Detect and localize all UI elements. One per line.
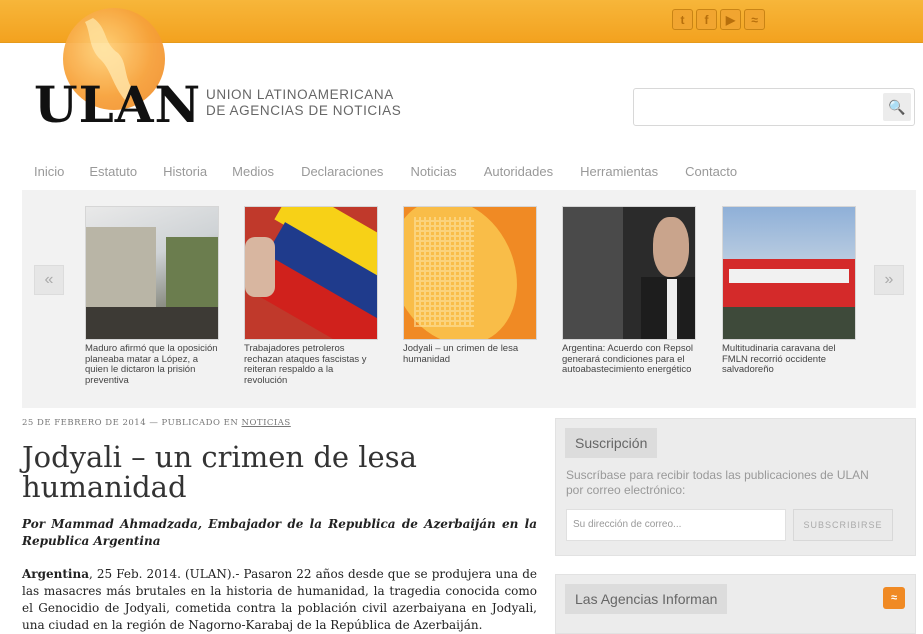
nav-item-medios[interactable]: Medios — [232, 164, 274, 179]
article-meta: 25 DE FEBRERO DE 2014 — PUBLICADO EN NOT… — [22, 418, 291, 428]
slide-image[interactable] — [722, 206, 856, 340]
carousel-slide[interactable]: Jodyali – un crimen de lesa humanidad — [403, 206, 537, 365]
rss-icon[interactable]: ≈ — [883, 587, 905, 609]
slide-caption[interactable]: Argentina: Acuerdo con Repsol generará c… — [562, 343, 696, 376]
nav-item-herramientas[interactable]: Herramientas — [580, 164, 658, 179]
agencies-title: Las Agencias Informan — [565, 584, 728, 614]
slide-caption[interactable]: Trabajadores petroleros rechazan ataques… — [244, 343, 378, 386]
slide-image[interactable] — [85, 206, 219, 340]
slide-image[interactable] — [403, 206, 537, 340]
subscription-text: Suscríbase para recibir todas las public… — [566, 468, 869, 497]
subscription-widget: Suscripción Suscríbase para recibir toda… — [555, 418, 916, 556]
search-icon[interactable]: 🔍 — [883, 93, 911, 121]
facebook-icon[interactable]: f — [696, 9, 717, 30]
nav-item-autoridades[interactable]: Autoridades — [484, 164, 553, 179]
carousel-slide[interactable]: Argentina: Acuerdo con Repsol generará c… — [562, 206, 696, 376]
email-field[interactable]: Su dirección de correo... — [566, 509, 786, 541]
article-date: 25 DE FEBRERO DE 2014 — [22, 418, 147, 428]
slide-caption[interactable]: Jodyali – un crimen de lesa humanidad — [403, 343, 537, 365]
social-links: t f ▶ ≈ — [672, 9, 765, 30]
nav-item-historia[interactable]: Historia — [163, 164, 207, 179]
nav-item-inicio[interactable]: Inicio — [34, 164, 64, 179]
carousel-prev-button[interactable]: « — [34, 265, 64, 295]
nav-item-estatuto[interactable]: Estatuto — [89, 164, 137, 179]
carousel-slide[interactable]: Maduro afirmó que la oposición planeaba … — [85, 206, 219, 386]
news-carousel: « » Maduro afirmó que la oposición plane… — [22, 190, 916, 408]
search-box: 🔍 — [633, 88, 915, 126]
subscription-title: Suscripción — [565, 428, 658, 458]
logo-subtitle-line2: DE AGENCIAS DE NOTICIAS — [206, 103, 402, 118]
search-input[interactable] — [640, 89, 884, 125]
carousel-slide[interactable]: Multitudinaria caravana del FMLN recorri… — [722, 206, 856, 376]
slide-caption[interactable]: Multitudinaria caravana del FMLN recorri… — [722, 343, 856, 376]
article-title: Jodyali – un crimen de lesa humanidad — [22, 440, 417, 504]
nav-item-declaraciones[interactable]: Declaraciones — [301, 164, 383, 179]
published-in-label: PUBLICADO EN — [161, 418, 239, 428]
article-lead-text: , 25 Feb. 2014. (ULAN).- Pasaron 22 años… — [22, 567, 537, 632]
article-byline: Por Mammad Ahmadzada, Embajador de la Re… — [22, 517, 537, 548]
category-link[interactable]: NOTICIAS — [242, 418, 291, 428]
rss-icon[interactable]: ≈ — [744, 9, 765, 30]
main-nav: Inicio Estatuto Historia Medios Declarac… — [22, 164, 737, 179]
logo-subtitle: UNION LATINOAMERICANA DE AGENCIAS DE NOT… — [206, 87, 401, 119]
site-logo[interactable]: ULAN — [34, 80, 201, 130]
slide-caption[interactable]: Maduro afirmó que la oposición planeaba … — [85, 343, 219, 386]
slide-image[interactable] — [244, 206, 378, 340]
agencies-widget: Las Agencias Informan ≈ — [555, 574, 916, 634]
carousel-slide[interactable]: Trabajadores petroleros rechazan ataques… — [244, 206, 378, 386]
twitter-icon[interactable]: t — [672, 9, 693, 30]
nav-item-noticias[interactable]: Noticias — [410, 164, 456, 179]
nav-item-contacto[interactable]: Contacto — [685, 164, 737, 179]
article-lead-location: Argentina — [22, 567, 89, 581]
youtube-icon[interactable]: ▶ — [720, 9, 741, 30]
article-body: Argentina, 25 Feb. 2014. (ULAN).- Pasaro… — [22, 566, 537, 634]
carousel-next-button[interactable]: » — [874, 265, 904, 295]
meta-separator: — — [149, 418, 159, 428]
slide-image[interactable] — [562, 206, 696, 340]
logo-subtitle-line1: UNION LATINOAMERICANA — [206, 87, 394, 102]
subscribe-button[interactable]: SUBSCRIBIRSE — [793, 509, 893, 541]
